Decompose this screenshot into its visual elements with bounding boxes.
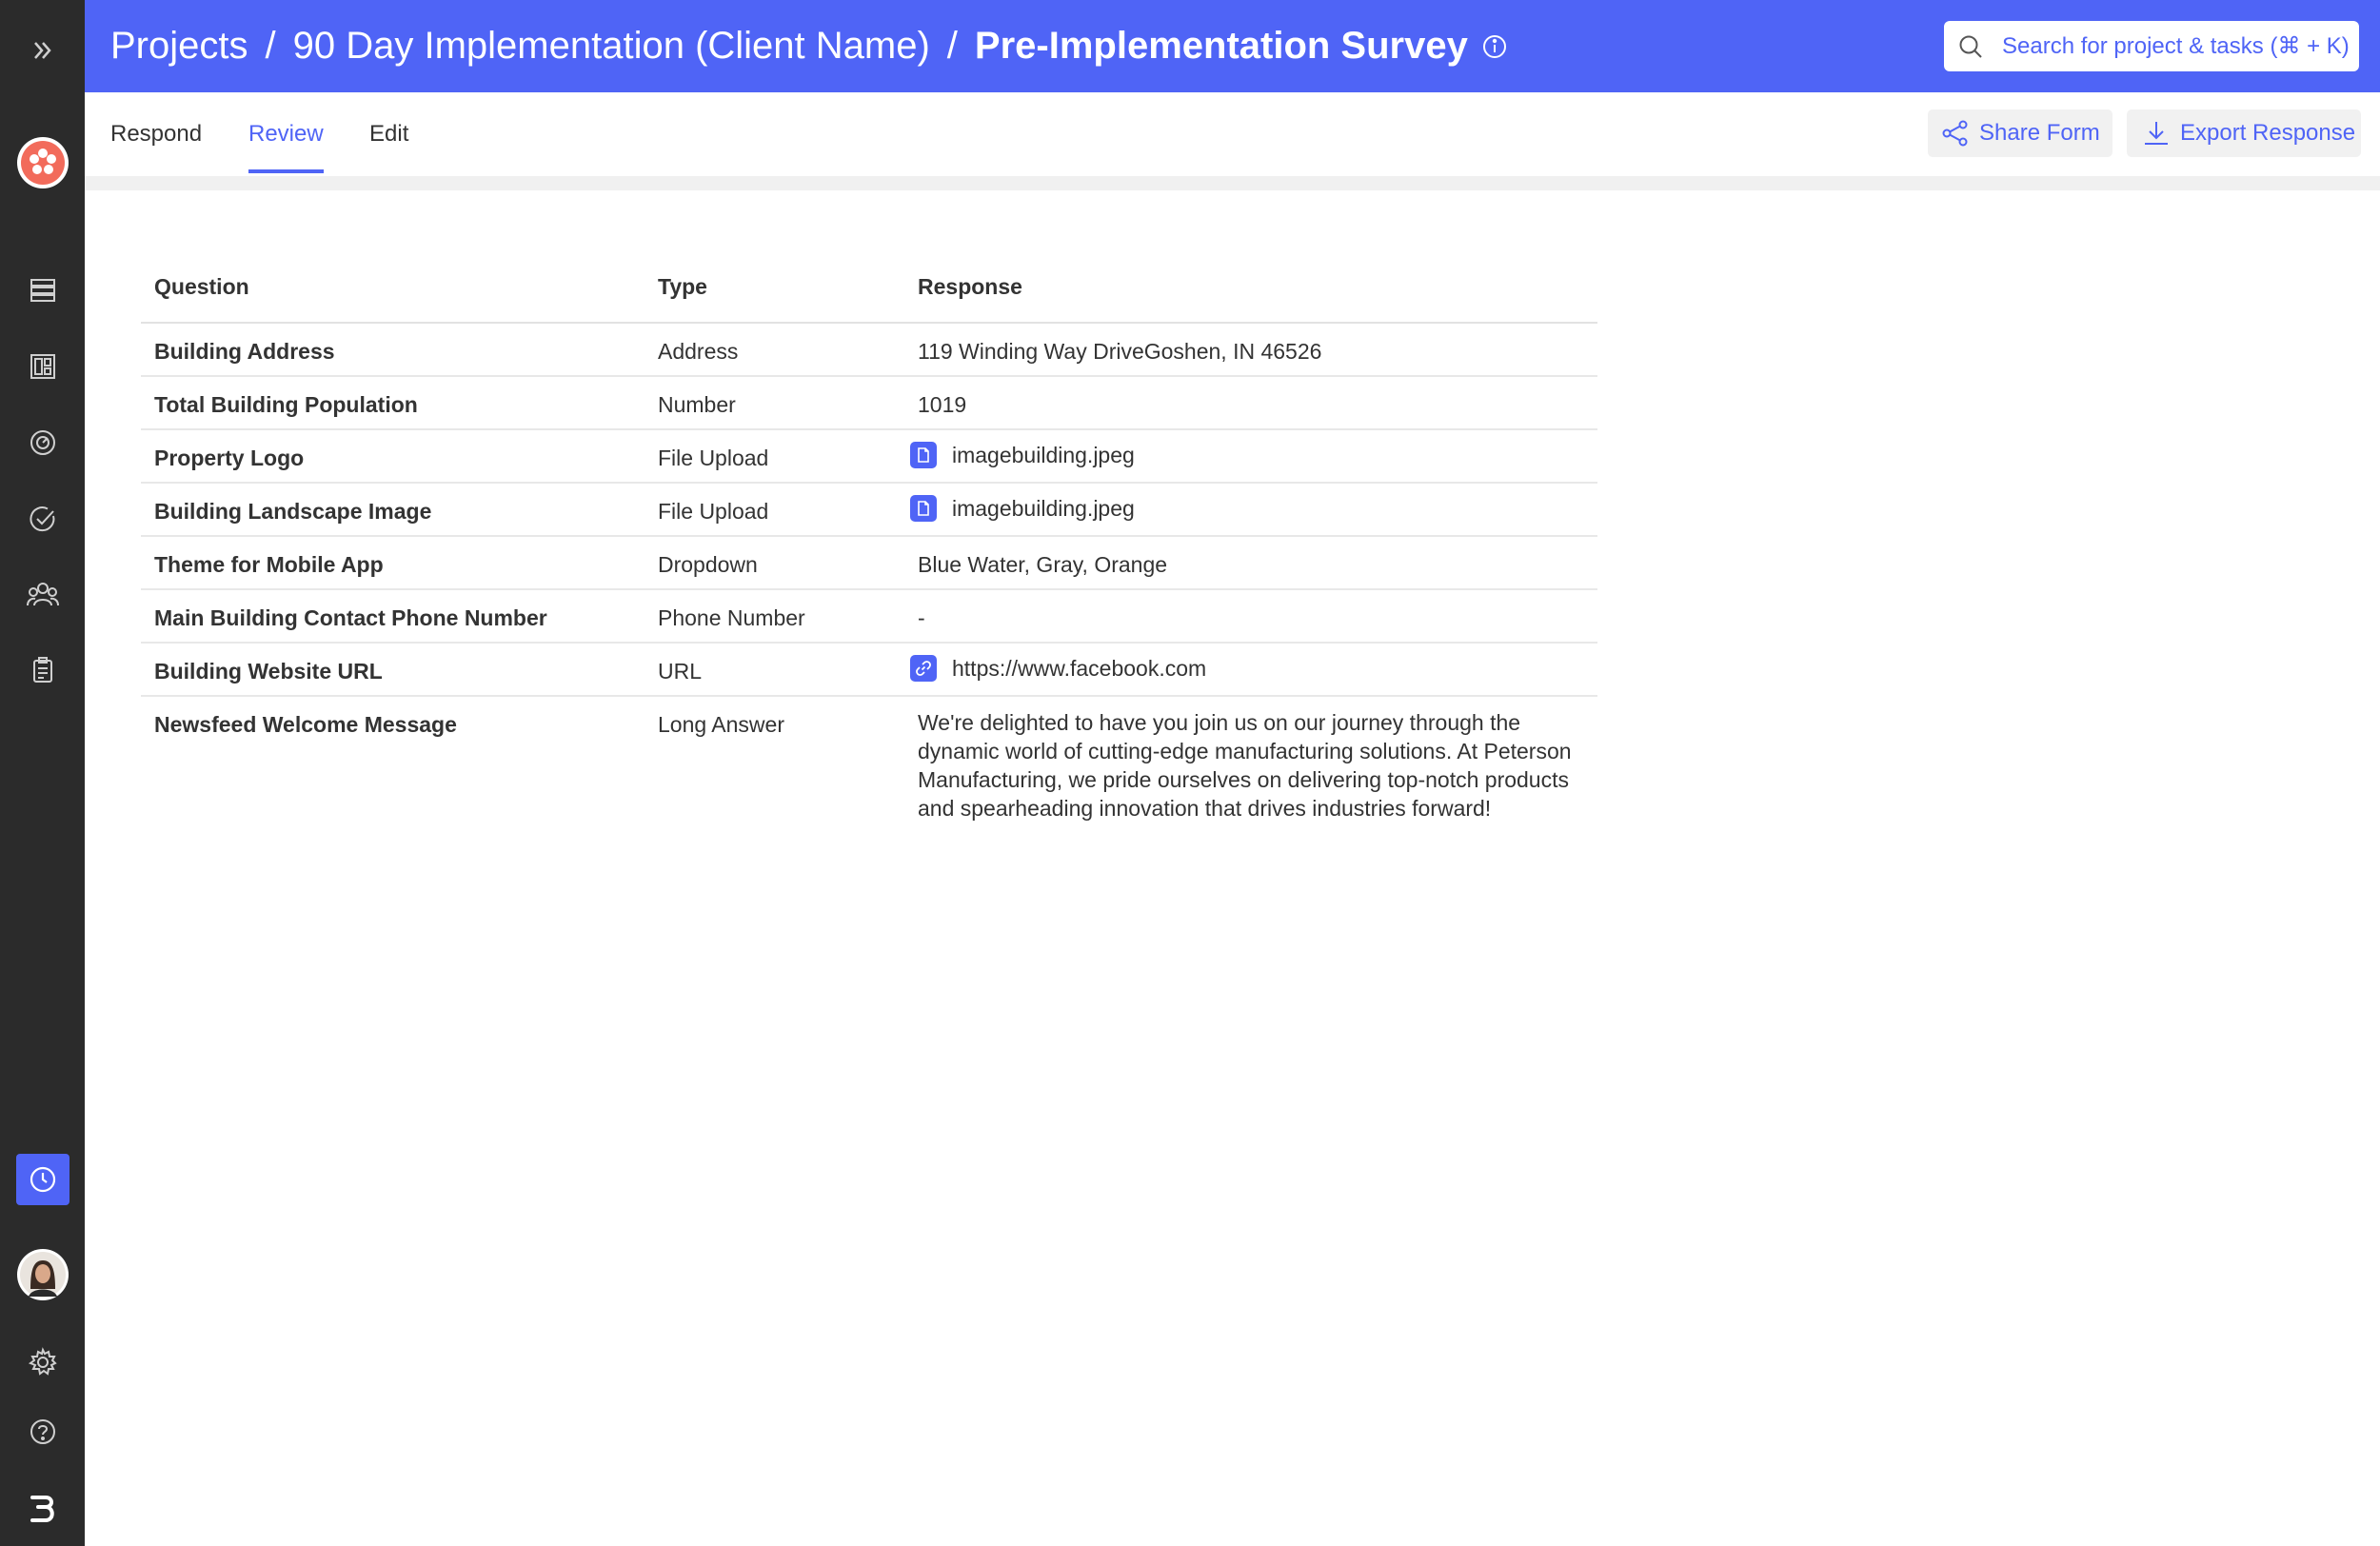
- share-form-button[interactable]: Share Form: [1928, 109, 2112, 157]
- file-name: imagebuilding.jpeg: [952, 442, 1135, 467]
- list-icon: [30, 279, 55, 302]
- type-cell: Dropdown: [658, 552, 758, 577]
- link-icon: [910, 655, 937, 682]
- nav-tasks[interactable]: [0, 502, 85, 536]
- nav-dashboard[interactable]: [0, 349, 85, 384]
- question-cell: Total Building Population: [154, 392, 418, 417]
- responses-table: Question Type Response Building Address …: [141, 257, 1597, 830]
- search-placeholder: Search for project & tasks (⌘ + K): [2002, 33, 2350, 59]
- gear-icon: [28, 1347, 57, 1376]
- share-icon: [1942, 120, 1968, 147]
- clipboard-icon: [32, 657, 52, 683]
- sidebar: [0, 0, 85, 1546]
- url-link[interactable]: https://www.facebook.com: [910, 655, 1207, 682]
- download-icon: [2145, 122, 2168, 145]
- response-cell: We're delighted to have you join us on o…: [918, 710, 1572, 821]
- table-row: Newsfeed Welcome Message Long Answer We'…: [141, 697, 1597, 830]
- column-header-question: Question: [154, 274, 249, 299]
- response-cell: Blue Water, Gray, Orange: [918, 552, 1168, 577]
- breadcrumb-separator: /: [265, 25, 276, 67]
- nav-list[interactable]: [0, 273, 85, 307]
- table-row: Total Building Population Number 1019: [141, 377, 1597, 430]
- active-tab-indicator: [248, 169, 324, 173]
- breadcrumb-separator: /: [946, 25, 958, 67]
- help-icon: [30, 1419, 55, 1444]
- column-header-response: Response: [918, 274, 1022, 299]
- table-row: Theme for Mobile App Dropdown Blue Water…: [141, 537, 1597, 590]
- tabs-bar: Respond Review Edit Share Form Export Re…: [85, 92, 2380, 176]
- table-row: Property Logo File Upload imagebuilding.…: [141, 430, 1597, 484]
- nav-forms[interactable]: [0, 653, 85, 687]
- nav-people[interactable]: [0, 578, 85, 612]
- tab-edit[interactable]: Edit: [369, 92, 408, 176]
- table-row: Building Address Address 119 Winding Way…: [141, 324, 1597, 377]
- table-row: Building Landscape Image File Upload ima…: [141, 484, 1597, 537]
- response-cell: -: [918, 605, 925, 630]
- check-circle-icon: [29, 506, 54, 532]
- dashboard-icon: [30, 354, 55, 379]
- question-cell: Building Address: [154, 339, 335, 364]
- url-text: https://www.facebook.com: [952, 655, 1207, 681]
- table-row: Building Website URL URL https://www.fac…: [141, 644, 1597, 697]
- question-cell: Theme for Mobile App: [154, 552, 384, 577]
- brand-logo[interactable]: [0, 1490, 85, 1528]
- gauge-icon: [30, 430, 55, 455]
- file-icon: [910, 442, 937, 468]
- nav-gauge[interactable]: [0, 426, 85, 460]
- question-cell: Newsfeed Welcome Message: [154, 712, 457, 737]
- type-cell: Long Answer: [658, 712, 784, 737]
- question-cell: Building Website URL: [154, 659, 383, 684]
- help-button[interactable]: [0, 1415, 85, 1449]
- time-tracking-button[interactable]: [0, 1154, 85, 1205]
- expand-icon: [33, 42, 51, 59]
- export-response-label: Export Response: [2180, 120, 2356, 146]
- breadcrumb: Projects / 90 Day Implementation (Client…: [110, 0, 1508, 92]
- user-avatar-button[interactable]: [0, 1248, 85, 1301]
- clock-icon: [30, 1166, 55, 1193]
- export-response-button[interactable]: Export Response: [2127, 109, 2361, 157]
- tab-label: Respond: [110, 121, 203, 147]
- workspace-logo[interactable]: [0, 136, 85, 189]
- tab-label: Edit: [369, 121, 409, 147]
- file-link[interactable]: imagebuilding.jpeg: [910, 495, 1135, 522]
- response-cell: 119 Winding Way DriveGoshen, IN 46526: [918, 339, 1322, 364]
- response-cell: 1019: [918, 392, 967, 417]
- table-header: Question Type Response: [141, 257, 1597, 324]
- clock-button-bg: [15, 1154, 69, 1205]
- question-cell: Building Landscape Image: [154, 499, 432, 524]
- tab-respond[interactable]: Respond: [110, 92, 202, 176]
- table-row: Main Building Contact Phone Number Phone…: [141, 590, 1597, 644]
- avatar: [16, 1249, 69, 1300]
- people-icon: [26, 583, 59, 606]
- brand-icon: [30, 1496, 54, 1522]
- tab-label: Review: [248, 121, 324, 147]
- file-name: imagebuilding.jpeg: [952, 495, 1135, 521]
- expand-sidebar-button[interactable]: [0, 29, 85, 72]
- file-link[interactable]: imagebuilding.jpeg: [910, 442, 1135, 468]
- info-icon[interactable]: [1481, 33, 1508, 60]
- settings-button[interactable]: [0, 1345, 85, 1379]
- page-title: Pre-Implementation Survey: [974, 25, 1468, 67]
- file-icon: [910, 495, 937, 522]
- type-cell: File Upload: [658, 446, 769, 470]
- logo-icon: [16, 137, 69, 188]
- search-input[interactable]: Search for project & tasks (⌘ + K): [1944, 21, 2359, 71]
- type-cell: Address: [658, 339, 739, 364]
- question-cell: Main Building Contact Phone Number: [154, 605, 547, 630]
- type-cell: Phone Number: [658, 605, 805, 630]
- breadcrumb-project[interactable]: 90 Day Implementation (Client Name): [293, 25, 930, 68]
- top-header: Projects / 90 Day Implementation (Client…: [85, 0, 2380, 92]
- column-header-type: Type: [658, 274, 707, 299]
- type-cell: URL: [658, 659, 703, 684]
- share-form-label: Share Form: [1979, 120, 2100, 146]
- breadcrumb-projects[interactable]: Projects: [110, 25, 248, 68]
- type-cell: File Upload: [658, 499, 769, 524]
- search-icon: [1959, 35, 1982, 58]
- question-cell: Property Logo: [154, 446, 305, 470]
- divider: [85, 176, 2380, 190]
- tab-review[interactable]: Review: [248, 92, 324, 176]
- type-cell: Number: [658, 392, 736, 417]
